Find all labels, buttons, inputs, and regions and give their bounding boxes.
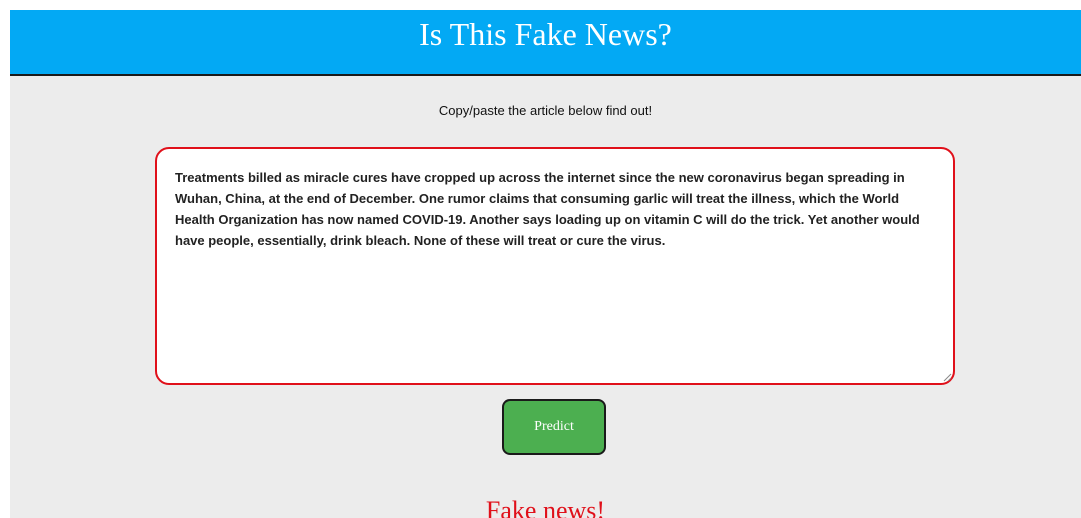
page-title: Is This Fake News? <box>419 15 672 52</box>
header-bar: Is This Fake News? <box>10 10 1081 76</box>
predict-button[interactable]: Predict <box>502 399 606 455</box>
app-container: Is This Fake News? Copy/paste the articl… <box>10 10 1081 518</box>
resize-handle-icon[interactable] <box>942 372 952 382</box>
article-textarea[interactable]: Treatments billed as miracle cures have … <box>155 147 955 385</box>
prediction-result: Fake news! <box>485 496 606 518</box>
browser-viewport: Is This Fake News? Copy/paste the articl… <box>0 0 1081 518</box>
instruction-text: Copy/paste the article below find out! <box>438 103 653 118</box>
